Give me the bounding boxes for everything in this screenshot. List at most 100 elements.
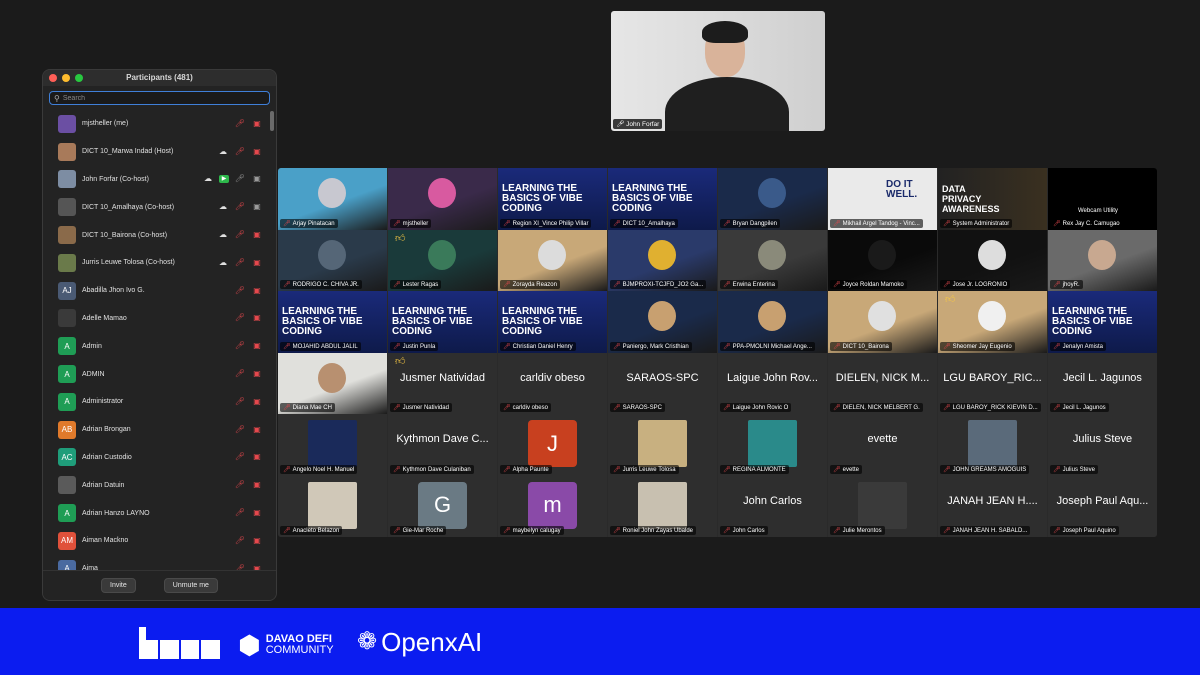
mic-off-icon[interactable]: 🎤︎: [234, 480, 246, 490]
cloud-icon[interactable]: ☁: [202, 174, 214, 184]
video-tile[interactable]: 🎤︎ Roniel John Zayas Ubalde: [608, 475, 717, 537]
participant-scrollbar[interactable]: [270, 111, 274, 596]
video-tile[interactable]: LEARNING THE BASICS OF VIBE CODING 🎤︎ Just…: [388, 291, 497, 353]
video-off-icon[interactable]: ▣: [251, 508, 263, 518]
video-tile[interactable]: 🎤︎ Diana Mae CH: [278, 352, 387, 414]
video-tile[interactable]: 🎤︎ BJMPROXI-TCJFD_JO2 Ga...: [608, 229, 717, 291]
cloud-icon[interactable]: ☁: [217, 147, 229, 157]
video-tile[interactable]: 🎤︎ JOHN GREAMS AMOGUIS: [938, 414, 1047, 476]
video-icon[interactable]: ▣: [251, 174, 263, 184]
participant-row[interactable]: A Administrator 🎤︎ ▣: [43, 388, 269, 416]
mic-off-icon[interactable]: 🎤︎: [234, 397, 246, 407]
participant-row[interactable]: AJ Abadilla Jhon Ivo G. 🎤︎ ▣: [43, 277, 269, 305]
close-window-button[interactable]: [49, 74, 57, 82]
participant-row[interactable]: AM Aiman Mackno 🎤︎ ▣: [43, 527, 269, 555]
video-tile[interactable]: evette 🎤︎ evette: [828, 414, 937, 476]
search-input[interactable]: [62, 94, 253, 102]
video-tile[interactable]: G 🎤︎ Gie-Mar Roche: [388, 475, 497, 537]
mic-off-icon[interactable]: 🎤︎: [234, 202, 246, 212]
video-off-icon[interactable]: ▣: [251, 536, 263, 546]
video-tile[interactable]: 🎤︎ Jurris Leuwe Tolosa: [608, 414, 717, 476]
video-tile[interactable]: Kythmon Dave C... 🎤︎ Kythmon Dave Culaniba…: [388, 414, 497, 476]
mic-off-icon[interactable]: 🎤︎: [234, 425, 246, 435]
video-off-icon[interactable]: ▣: [251, 397, 263, 407]
video-tile[interactable]: 👍︎ 🎤︎ Sheomer Jay Eugenio: [938, 291, 1047, 353]
participant-row[interactable]: John Forfar (Co-host) ☁ ▶ 🎤︎ ▣: [43, 166, 269, 194]
scrollbar-thumb[interactable]: [270, 111, 274, 131]
mic-off-icon[interactable]: 🎤︎: [234, 369, 246, 379]
video-tile[interactable]: LEARNING THE BASICS OF VIBE CODING 🎤︎ Jena…: [1048, 291, 1157, 353]
search-box[interactable]: ⚲: [49, 91, 270, 105]
video-tile[interactable]: John Carlos 🎤︎ John Carlos: [718, 475, 827, 537]
participant-list[interactable]: mjstheller (me) 🎤︎ ▣ DICT 10_Marwa Indad (H…: [43, 110, 269, 600]
participant-row[interactable]: A Adrian Hanzo LAYNO 🎤︎ ▣: [43, 499, 269, 527]
video-tile[interactable]: 🎤︎ Bryan Dangpilen: [718, 168, 827, 230]
video-off-icon[interactable]: ▣: [251, 425, 263, 435]
video-tile[interactable]: DIELEN, NICK M... 🎤︎ DIELEN, NICK MELBERT …: [828, 352, 937, 414]
participant-row[interactable]: Adelle Mamao 🎤︎ ▣: [43, 305, 269, 333]
video-tile[interactable]: Jusmer Natividad 👍︎ 🎤︎ Jusmer Natividad: [388, 352, 497, 414]
video-tile[interactable]: LGU BAROY_RIC... 🎤︎ LGU BAROY_RICK KIEVIN …: [938, 352, 1047, 414]
video-tile[interactable]: DATA PRIVACY AWARENESS 🎤︎ System Administr…: [938, 168, 1047, 230]
video-off-icon[interactable]: ▣: [251, 313, 263, 323]
participant-row[interactable]: DICT 10_Amalhaya (Co-host) ☁ 🎤︎ ▣: [43, 193, 269, 221]
video-tile[interactable]: 🎤︎ Julie Merontos: [828, 475, 937, 537]
mic-off-icon[interactable]: 🎤︎: [234, 119, 246, 129]
video-tile[interactable]: 🎤︎ jhoyR.: [1048, 229, 1157, 291]
video-tile[interactable]: 🎤︎ Arjay Pinatacan: [278, 168, 387, 230]
video-tile[interactable]: J 🎤︎ Alpha Paunte: [498, 414, 607, 476]
mic-icon[interactable]: 🎤︎: [234, 174, 246, 184]
video-tile[interactable]: JANAH JEAN H.... 🎤︎ JANAH JEAN H. SABALD..…: [938, 475, 1047, 537]
video-tile[interactable]: 🎤︎ Angelo Noel H. Manuel: [278, 414, 387, 476]
active-speaker-video[interactable]: 🎤︎ John Forfar: [611, 11, 825, 131]
video-tile[interactable]: Laigue John Rov... 🎤︎ Laigue John Rovic O: [718, 352, 827, 414]
participant-row[interactable]: Adrian Datuin 🎤︎ ▣: [43, 471, 269, 499]
video-tile[interactable]: 🎤︎ mjstheller: [388, 168, 497, 230]
participant-row[interactable]: AB Adrian Brongan 🎤︎ ▣: [43, 416, 269, 444]
video-tile[interactable]: Webcam Utility 🎤︎ Rex Jay C. Camugao: [1048, 168, 1157, 230]
participant-row[interactable]: DICT 10_Marwa Indad (Host) ☁ 🎤︎ ▣: [43, 138, 269, 166]
video-off-icon[interactable]: ▣: [251, 119, 263, 129]
video-off-icon[interactable]: ▣: [251, 480, 263, 490]
video-off-icon[interactable]: ▣: [251, 230, 263, 240]
cloud-icon[interactable]: ☁: [217, 230, 229, 240]
video-tile[interactable]: 🎤︎ PPA-PMOLNI Michael Ange...: [718, 291, 827, 353]
mic-off-icon[interactable]: 🎤︎: [234, 508, 246, 518]
video-off-icon[interactable]: ▣: [251, 147, 263, 157]
mic-off-icon[interactable]: 🎤︎: [234, 286, 246, 296]
video-tile[interactable]: Joseph Paul Aqu... 🎤︎ Joseph Paul Aquino: [1048, 475, 1157, 537]
video-off-icon[interactable]: ▣: [251, 341, 263, 351]
mic-off-icon[interactable]: 🎤︎: [234, 536, 246, 546]
participant-row[interactable]: A ADMIN 🎤︎ ▣: [43, 360, 269, 388]
video-tile[interactable]: Julius Steve 🎤︎ Julius Steve: [1048, 414, 1157, 476]
unmute-me-button[interactable]: Unmute me: [163, 578, 218, 593]
video-tile[interactable]: 🎤︎ Joyce Roldan Mamoko: [828, 229, 937, 291]
mic-off-icon[interactable]: 🎤︎: [234, 258, 246, 268]
participant-row[interactable]: A Admin 🎤︎ ▣: [43, 332, 269, 360]
maximize-window-button[interactable]: [75, 74, 83, 82]
video-tile[interactable]: 🎤︎ Paniergo, Mark Cristhian: [608, 291, 717, 353]
video-tile[interactable]: DO IT WELL. 🎤︎ Mikhail Argel Tandog - Vinc…: [828, 168, 937, 230]
mic-off-icon[interactable]: 🎤︎: [234, 452, 246, 462]
video-tile[interactable]: LEARNING THE BASICS OF VIBE CODING 🎤︎ MOJA…: [278, 291, 387, 353]
cloud-icon[interactable]: ☁: [217, 258, 229, 268]
mic-off-icon[interactable]: 🎤︎: [234, 313, 246, 323]
mic-off-icon[interactable]: 🎤︎: [234, 147, 246, 157]
minimize-window-button[interactable]: [62, 74, 70, 82]
screen-share-icon[interactable]: ▶: [219, 175, 229, 184]
cloud-icon[interactable]: ☁: [217, 202, 229, 212]
video-tile[interactable]: LEARNING THE BASICS OF VIBE CODING 🎤︎ Regi…: [498, 168, 607, 230]
video-tile[interactable]: 🎤︎ Erwina Enterina: [718, 229, 827, 291]
video-off-icon[interactable]: ▣: [251, 452, 263, 462]
video-tile[interactable]: 🎤︎ Anacleto Belazon: [278, 475, 387, 537]
video-tile[interactable]: 👍︎ 🎤︎ Lester Ragas: [388, 229, 497, 291]
video-tile[interactable]: LEARNING THE BASICS OF VIBE CODING 🎤︎ DICT…: [608, 168, 717, 230]
video-off-icon[interactable]: ▣: [251, 286, 263, 296]
video-tile[interactable]: 🎤︎ DICT 10_Bairona: [828, 291, 937, 353]
invite-button[interactable]: Invite: [101, 578, 136, 593]
video-tile[interactable]: 🎤︎ Zorayda Reazon: [498, 229, 607, 291]
mic-off-icon[interactable]: 🎤︎: [234, 341, 246, 351]
video-tile[interactable]: 🎤︎ Jose Jr. LOGRONIO: [938, 229, 1047, 291]
video-off-icon[interactable]: ▣: [251, 369, 263, 379]
video-tile[interactable]: 🎤︎ REGINA ALMONTE: [718, 414, 827, 476]
